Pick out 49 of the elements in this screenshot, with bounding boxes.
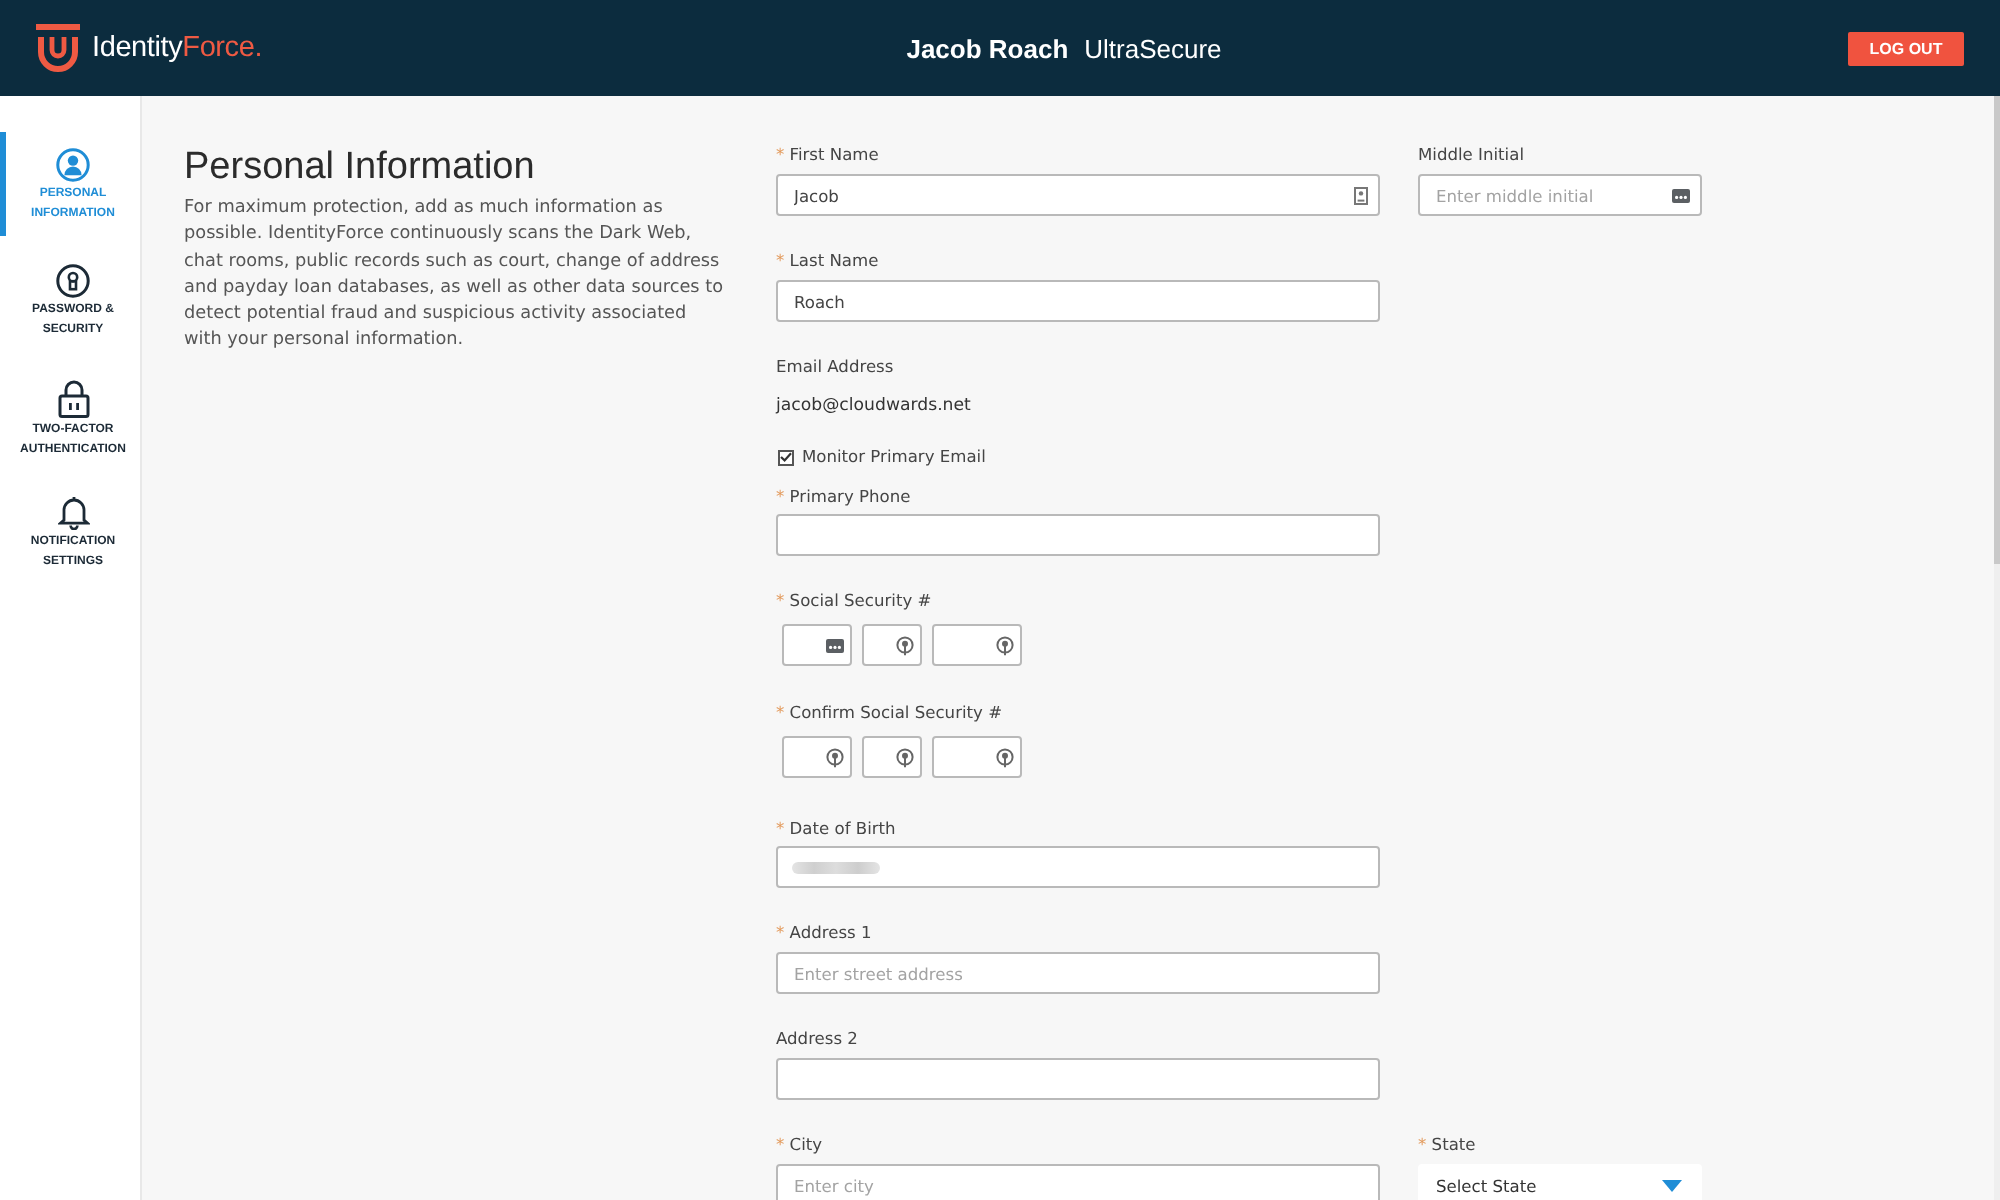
page-title: Personal Information (184, 144, 537, 192)
input-field[interactable] (782, 624, 852, 666)
field-label: * First Name (776, 144, 879, 166)
padlock-icon (57, 380, 89, 418)
input-field[interactable] (862, 736, 922, 778)
input-field[interactable] (776, 514, 1380, 556)
state-select[interactable]: Select State (1418, 1164, 1702, 1200)
keyhole-icon (56, 264, 90, 298)
logo-icon (36, 24, 80, 72)
field-label: * Confirm Social Security # (776, 702, 1003, 724)
field-label: * Last Name (776, 250, 879, 272)
scrollbar-track[interactable] (1994, 96, 2000, 1200)
pin-circle-icon (896, 635, 914, 655)
pin-circle-icon (826, 747, 844, 767)
checkbox[interactable] (778, 449, 794, 465)
checkbox-label: Monitor Primary Email (802, 446, 986, 468)
input-field[interactable]: Roach (776, 280, 1380, 322)
field-label: * Primary Phone (776, 486, 911, 508)
pin-circle-icon (896, 747, 914, 767)
field-label: * Social Security # (776, 590, 932, 612)
input-field[interactable] (932, 736, 1022, 778)
email-value: jacob@cloudwards.net (776, 396, 971, 418)
field-label: Middle Initial (1418, 144, 1525, 166)
field-label: * State (1418, 1134, 1476, 1156)
input-field[interactable] (782, 736, 852, 778)
field-label: * Date of Birth (776, 818, 896, 840)
user-circle-icon (56, 148, 90, 182)
pin-circle-icon (996, 747, 1014, 767)
input-field[interactable]: Enter street address (776, 952, 1380, 994)
input-field[interactable] (776, 846, 1380, 888)
caret-icon (1662, 1179, 1682, 1191)
input-field[interactable] (932, 624, 1022, 666)
field-label: Email Address (776, 356, 894, 378)
field-label: Address 2 (776, 1028, 858, 1050)
checkmark-icon (780, 452, 792, 462)
field-label: * City (776, 1134, 823, 1156)
input-field[interactable] (862, 624, 922, 666)
contact-card-icon (1354, 186, 1368, 204)
field-label: * Address 1 (776, 922, 872, 944)
input-field[interactable]: Enter middle initial (1418, 174, 1702, 216)
input-field[interactable] (776, 1058, 1380, 1100)
input-field[interactable]: Enter city (776, 1164, 1380, 1200)
intro-paragraph: For maximum protection, add as much information as possible. IdentityForce continuously scans the Dark Web, chat rooms, public records such as court, change of address and payday loan databases, as well as other data sources to detect potential fraud and suspicious activity associated with your personal information. (184, 196, 726, 355)
user-name: Jacob Roach (906, 33, 1069, 63)
bell-icon (57, 496, 89, 530)
plan-name: UltraSecure (1084, 33, 1222, 63)
pin-circle-icon (996, 635, 1014, 655)
scrollbar-thumb[interactable] (1994, 96, 2000, 564)
logo-text: IdentityForce. (92, 32, 263, 64)
